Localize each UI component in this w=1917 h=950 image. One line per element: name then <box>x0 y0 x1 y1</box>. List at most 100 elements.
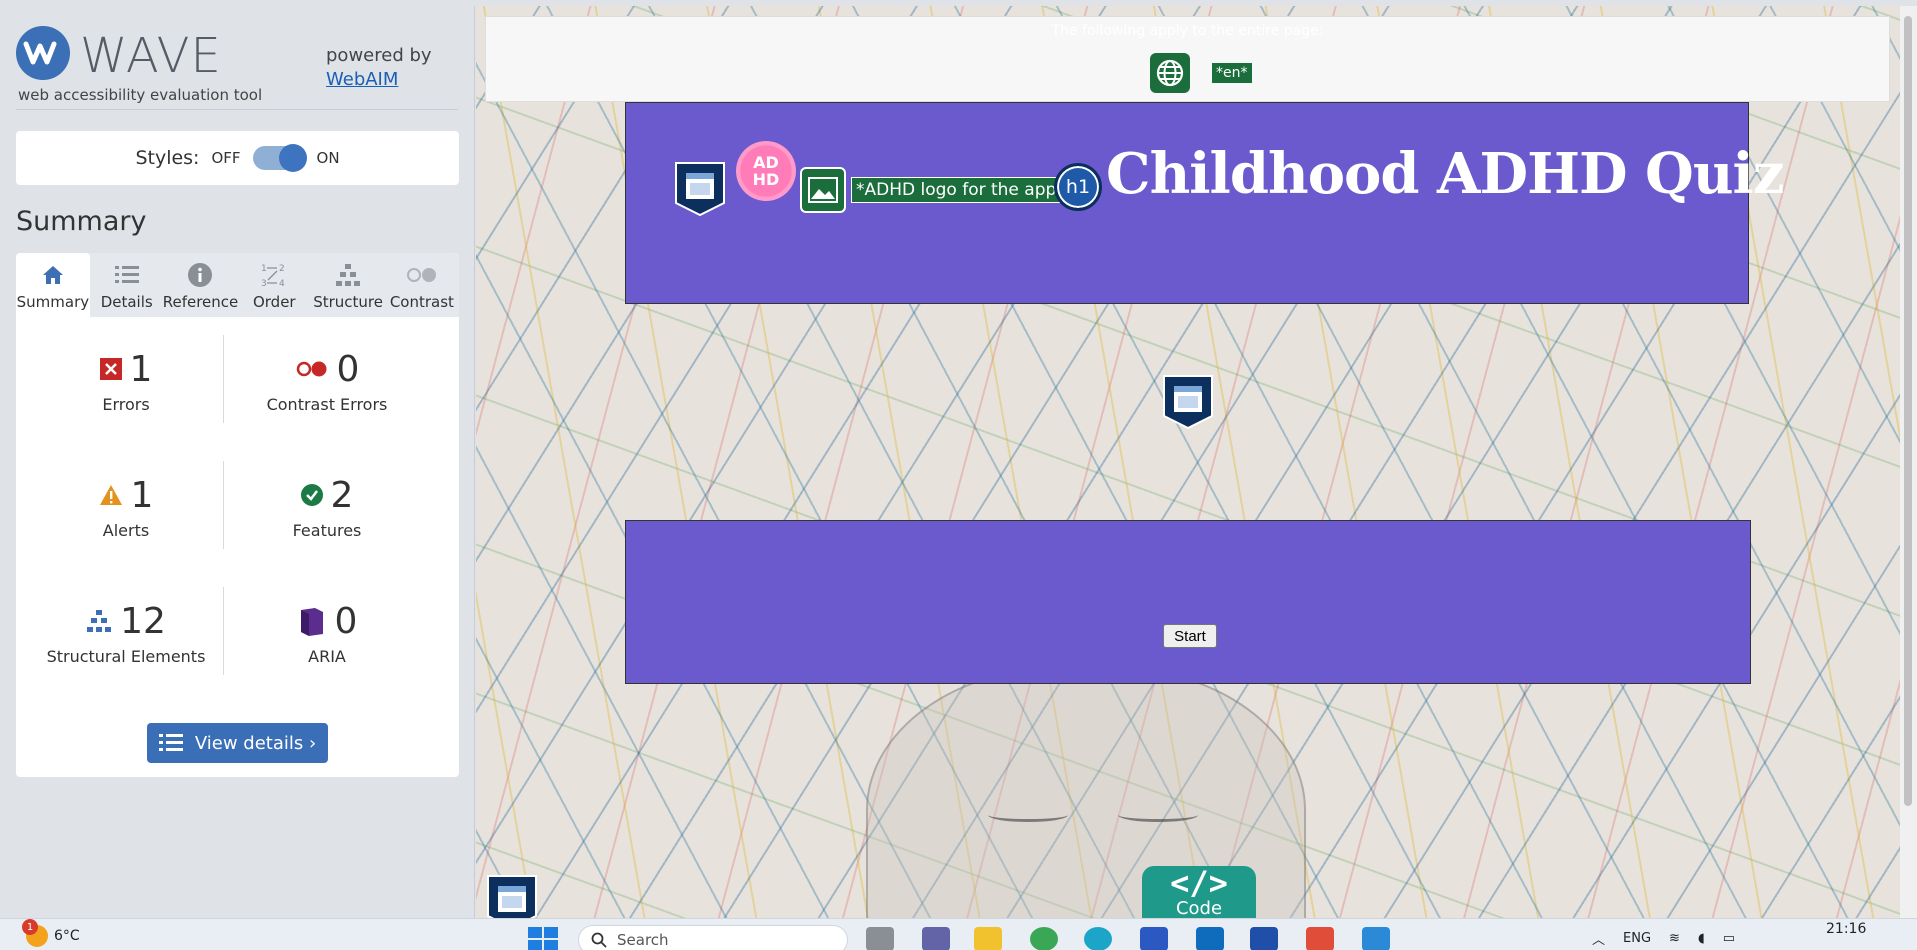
features-count: 2 <box>330 474 354 516</box>
view-details-button[interactable]: View details › <box>147 723 328 763</box>
scroll-thumb[interactable] <box>1904 16 1912 806</box>
logo-text: AD <box>753 153 779 172</box>
wifi-icon[interactable]: ≋ <box>1669 931 1680 946</box>
summary-panel: Summary Details Reference 1234 Order Str… <box>16 253 459 777</box>
weather-widget[interactable]: 1 6°C <box>22 919 80 947</box>
tab-contrast[interactable]: Contrast <box>385 253 459 317</box>
chevron-up-icon[interactable]: ︿ <box>1592 929 1605 948</box>
word-icon[interactable] <box>1250 927 1278 950</box>
error-icon <box>99 358 122 380</box>
taskbar: 1 6°C Search ︿ ENG ≋ ◖ ▭ 21:16 <box>0 918 1917 950</box>
vscode-icon[interactable] <box>1362 927 1390 950</box>
temperature: 6°C <box>54 928 80 944</box>
structure-icon <box>335 261 361 289</box>
h1-icon[interactable]: h1 <box>1054 163 1102 211</box>
svg-text:2: 2 <box>279 264 285 274</box>
alerts-stat[interactable]: 1 Alerts <box>26 473 226 540</box>
alerts-label: Alerts <box>102 521 150 540</box>
home-icon <box>42 261 64 289</box>
features-label: Features <box>292 521 362 540</box>
code-icon: </> <box>1170 864 1228 902</box>
styles-toggle-box: Styles: OFF ON <box>16 131 459 185</box>
wave-tabs: Summary Details Reference 1234 Order Str… <box>16 253 459 317</box>
task-view-icon[interactable] <box>866 927 894 950</box>
view-details-label: View details › <box>194 732 317 754</box>
image-icon[interactable] <box>800 167 846 213</box>
wave-tagline: web accessibility evaluation tool <box>18 86 263 104</box>
taskbar-clock[interactable]: 21:16 <box>1826 921 1866 937</box>
webaim-link[interactable]: WebAIM <box>326 69 398 90</box>
tab-structure[interactable]: Structure <box>311 253 385 317</box>
wave-logo-icon <box>16 26 70 80</box>
logo-text: HD <box>752 170 780 189</box>
contrast-errors-stat[interactable]: 0 Contrast Errors <box>227 347 427 415</box>
app-icon[interactable] <box>1140 927 1168 950</box>
page-scrollbar[interactable] <box>1900 6 1917 918</box>
chrome-icon[interactable] <box>1030 927 1058 950</box>
alerts-count: 1 <box>130 474 154 516</box>
search-icon <box>591 932 607 948</box>
styles-label: Styles: <box>135 147 200 169</box>
tab-label: Contrast <box>389 293 454 311</box>
tab-label: Summary <box>16 293 90 311</box>
edge-icon[interactable] <box>1084 927 1112 950</box>
weather-badge: 1 <box>22 919 38 935</box>
system-tray: ︿ ENG ≋ ◖ ▭ <box>1592 929 1735 948</box>
taskbar-search[interactable]: Search <box>578 925 848 950</box>
main-region-icon[interactable] <box>1162 374 1214 430</box>
tab-order[interactable]: 1 2 3 4 Order <box>237 253 311 317</box>
list-icon <box>158 734 183 751</box>
aria-label: ARIA <box>308 647 346 666</box>
page-language-note: The following apply to the entire page: <box>1051 23 1324 39</box>
file-explorer-icon[interactable] <box>974 927 1002 950</box>
code-toggle-button[interactable]: </> Code <box>1142 866 1256 918</box>
tab-label: Details <box>100 293 153 311</box>
styles-toggle[interactable] <box>252 144 307 172</box>
order-icon: 1 2 3 4 <box>260 261 288 289</box>
snipping-tool-icon[interactable] <box>1306 927 1334 950</box>
structural-label: Structural Elements <box>46 647 206 666</box>
structural-count: 12 <box>120 600 166 642</box>
svg-text:4: 4 <box>279 279 285 288</box>
tab-summary[interactable]: Summary <box>16 253 90 317</box>
alert-icon <box>99 485 122 505</box>
tab-label: Order <box>252 293 296 311</box>
styles-off-label: OFF <box>211 149 241 167</box>
tab-label: Structure <box>313 293 383 311</box>
wave-sidebar: WAVE web accessibility evaluation tool p… <box>0 6 475 918</box>
footer-region-icon[interactable] <box>486 874 538 918</box>
header-region-icon[interactable] <box>674 161 726 217</box>
windows-start-icon[interactable] <box>528 927 558 950</box>
powered-by: powered by WebAIM <box>326 44 432 92</box>
tab-details[interactable]: Details <box>90 253 164 317</box>
wave-header: WAVE web accessibility evaluation tool p… <box>16 6 458 110</box>
start-button[interactable]: Start <box>1163 624 1217 648</box>
language-chip: *en* <box>1212 63 1252 83</box>
wave-brand: WAVE <box>80 28 222 84</box>
errors-label: Errors <box>102 395 150 414</box>
features-stat[interactable]: 2 Features <box>227 473 427 541</box>
page-title: Childhood ADHD Quiz <box>1106 141 1785 207</box>
search-placeholder: Search <box>617 931 669 949</box>
battery-icon[interactable]: ▭ <box>1723 931 1735 946</box>
volume-icon[interactable]: ◖ <box>1698 931 1705 946</box>
aria-stat[interactable]: 0 ARIA <box>227 599 427 666</box>
aria-icon <box>300 608 323 636</box>
summary-heading: Summary <box>16 206 147 237</box>
quiz-header: AD HD *ADHD logo for the app* h1 Childho… <box>625 102 1785 304</box>
page-content: The following apply to the entire page: … <box>476 6 1900 918</box>
teams-icon[interactable] <box>922 927 950 950</box>
contrast-errors-label: Contrast Errors <box>266 395 388 414</box>
code-label: Code <box>1175 898 1223 918</box>
adhd-logo: AD HD <box>736 141 796 201</box>
page-language-bar: The following apply to the entire page: … <box>485 16 1890 102</box>
errors-stat[interactable]: 1 Errors <box>26 347 226 414</box>
contrast-icon <box>406 261 438 289</box>
tab-reference[interactable]: Reference <box>163 253 238 317</box>
language-indicator[interactable]: ENG <box>1623 931 1651 946</box>
outlook-icon[interactable] <box>1196 927 1224 950</box>
globe-icon[interactable] <box>1150 53 1190 93</box>
aria-count: 0 <box>334 600 358 642</box>
list-icon <box>114 261 139 289</box>
structural-elements-stat[interactable]: 12 Structural Elements <box>26 599 226 667</box>
